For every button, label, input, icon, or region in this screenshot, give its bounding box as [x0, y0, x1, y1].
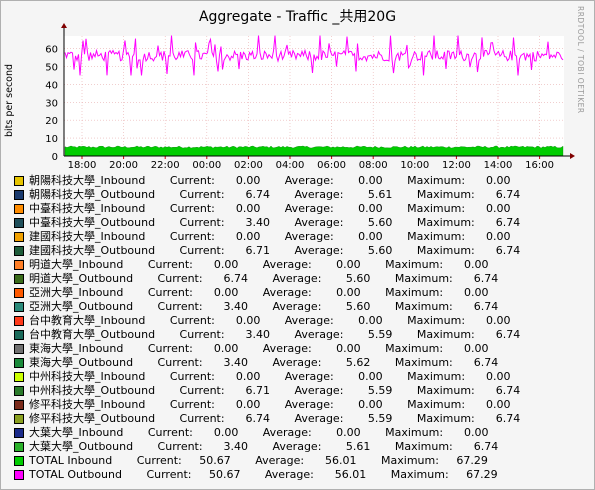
legend-swatch — [14, 302, 24, 312]
legend-swatch — [14, 372, 24, 382]
legend-entry: 明道大學_Outbound Current: 6.74 Average: 5.6… — [14, 272, 520, 286]
legend-text: 修平科技大學_Inbound Current: 0.00 Average: 0.… — [29, 398, 511, 411]
legend-entry: 台中教育大學_Outbound Current: 3.40 Average: 5… — [14, 328, 520, 342]
legend-entry: 亞洲大學_Outbound Current: 3.40 Average: 5.6… — [14, 300, 520, 314]
legend-swatch — [14, 344, 24, 354]
legend-swatch — [14, 414, 24, 424]
legend-entry: 修平科技大學_Outbound Current: 6.74 Average: 5… — [14, 412, 520, 426]
legend-entry: 朝陽科技大學_Outbound Current: 6.74 Average: 5… — [14, 188, 520, 202]
legend-entry: 中臺科技大學_Outbound Current: 3.40 Average: 5… — [14, 216, 520, 230]
legend-text: 朝陽科技大學_Outbound Current: 6.74 Average: 5… — [29, 188, 521, 201]
y-tick-label: 50 — [45, 62, 58, 73]
x-tick-label: 12:00 — [442, 160, 471, 171]
x-tick-label: 02:00 — [234, 160, 263, 171]
legend-swatch — [14, 176, 24, 186]
x-tick-label: 18:00 — [68, 160, 97, 171]
legend-text: 明道大學_Outbound Current: 6.74 Average: 5.6… — [29, 272, 499, 285]
legend-entry: 明道大學_Inbound Current: 0.00 Average: 0.00… — [14, 258, 520, 272]
legend-entry: 台中教育大學_Inbound Current: 0.00 Average: 0.… — [14, 314, 520, 328]
legend-swatch — [14, 400, 24, 410]
x-tick-label: 10:00 — [400, 160, 429, 171]
legend-text: 亞洲大學_Inbound Current: 0.00 Average: 0.00… — [29, 286, 489, 299]
legend-entry: 東海大學_Inbound Current: 0.00 Average: 0.00… — [14, 342, 520, 356]
y-tick-label: 30 — [45, 98, 58, 109]
legend-swatch — [14, 330, 24, 340]
y-tick-label: 40 — [45, 80, 58, 91]
y-tick-label: 10 — [45, 134, 58, 145]
legend-swatch — [14, 442, 24, 452]
legend-swatch — [14, 358, 24, 368]
legend-swatch — [14, 274, 24, 284]
legend-text: 東海大學_Inbound Current: 0.00 Average: 0.00… — [29, 342, 489, 355]
legend-text: 中州科技大學_Inbound Current: 0.00 Average: 0.… — [29, 370, 511, 383]
legend-text: 修平科技大學_Outbound Current: 6.74 Average: 5… — [29, 412, 521, 425]
legend-text: 中臺科技大學_Outbound Current: 3.40 Average: 5… — [29, 216, 521, 229]
legend-text: 台中教育大學_Inbound Current: 0.00 Average: 0.… — [29, 314, 511, 327]
x-tick-label: 22:00 — [151, 160, 180, 171]
legend-swatch — [14, 456, 24, 466]
y-tick-label: 20 — [45, 116, 58, 127]
x-tick-label: 08:00 — [359, 160, 388, 171]
legend-entry: 建國科技大學_Outbound Current: 6.71 Average: 5… — [14, 244, 520, 258]
legend-text: 東海大學_Outbound Current: 3.40 Average: 5.6… — [29, 356, 499, 369]
legend: 朝陽科技大學_Inbound Current: 0.00 Average: 0.… — [14, 174, 520, 482]
legend-swatch — [14, 232, 24, 242]
legend-swatch — [14, 218, 24, 228]
x-tick-label: 00:00 — [192, 160, 221, 171]
y-tick-label: 60 — [45, 45, 58, 56]
legend-entry: 中州科技大學_Outbound Current: 6.71 Average: 5… — [14, 384, 520, 398]
legend-entry: TOTAL Inbound Current: 50.67 Average: 56… — [14, 454, 520, 468]
legend-entry: 修平科技大學_Inbound Current: 0.00 Average: 0.… — [14, 398, 520, 412]
legend-entry: 朝陽科技大學_Inbound Current: 0.00 Average: 0.… — [14, 174, 520, 188]
x-tick-label: 04:00 — [276, 160, 305, 171]
legend-text: 明道大學_Inbound Current: 0.00 Average: 0.00… — [29, 258, 489, 271]
y-axis-arrow — [61, 23, 67, 28]
legend-entry: 大葉大學_Outbound Current: 3.40 Average: 5.6… — [14, 440, 520, 454]
legend-swatch — [14, 204, 24, 214]
legend-text: TOTAL Inbound Current: 50.67 Average: 56… — [29, 454, 488, 467]
legend-entry: 亞洲大學_Inbound Current: 0.00 Average: 0.00… — [14, 286, 520, 300]
x-axis-arrow — [570, 153, 575, 159]
legend-text: 建國科技大學_Inbound Current: 0.00 Average: 0.… — [29, 230, 511, 243]
y-tick-label: 0 — [52, 152, 58, 163]
legend-text: 台中教育大學_Outbound Current: 3.40 Average: 5… — [29, 328, 521, 341]
legend-text: TOTAL Outbound Current: 50.67 Average: 5… — [29, 468, 498, 481]
legend-entry: 中州科技大學_Inbound Current: 0.00 Average: 0.… — [14, 370, 520, 384]
legend-text: 朝陽科技大學_Inbound Current: 0.00 Average: 0.… — [29, 174, 511, 187]
legend-swatch — [14, 316, 24, 326]
legend-swatch — [14, 246, 24, 256]
x-tick-label: 20:00 — [109, 160, 138, 171]
legend-entry: 東海大學_Outbound Current: 3.40 Average: 5.6… — [14, 356, 520, 370]
x-tick-label: 14:00 — [484, 160, 513, 171]
legend-swatch — [14, 470, 24, 480]
legend-text: 大葉大學_Outbound Current: 3.40 Average: 5.6… — [29, 440, 499, 453]
legend-swatch — [14, 260, 24, 270]
traffic-chart: 0 10 20 30 40 50 60 18:00 20:00 22:00 00:00 02:00 04… — [45, 23, 575, 171]
legend-swatch — [14, 428, 24, 438]
x-tick-label: 16:00 — [525, 160, 554, 171]
legend-text: 亞洲大學_Outbound Current: 3.40 Average: 5.6… — [29, 300, 499, 313]
legend-entry: TOTAL Outbound Current: 50.67 Average: 5… — [14, 468, 520, 482]
legend-text: 中州科技大學_Outbound Current: 6.71 Average: 5… — [29, 384, 521, 397]
legend-text: 中臺科技大學_Inbound Current: 0.00 Average: 0.… — [29, 202, 511, 215]
legend-swatch — [14, 386, 24, 396]
legend-swatch — [14, 190, 24, 200]
legend-entry: 建國科技大學_Inbound Current: 0.00 Average: 0.… — [14, 230, 520, 244]
legend-entry: 中臺科技大學_Inbound Current: 0.00 Average: 0.… — [14, 202, 520, 216]
legend-entry: 大葉大學_Inbound Current: 0.00 Average: 0.00… — [14, 426, 520, 440]
x-tick-label: 06:00 — [317, 160, 346, 171]
legend-text: 大葉大學_Inbound Current: 0.00 Average: 0.00… — [29, 426, 489, 439]
legend-swatch — [14, 288, 24, 298]
legend-text: 建國科技大學_Outbound Current: 6.71 Average: 5… — [29, 244, 521, 257]
